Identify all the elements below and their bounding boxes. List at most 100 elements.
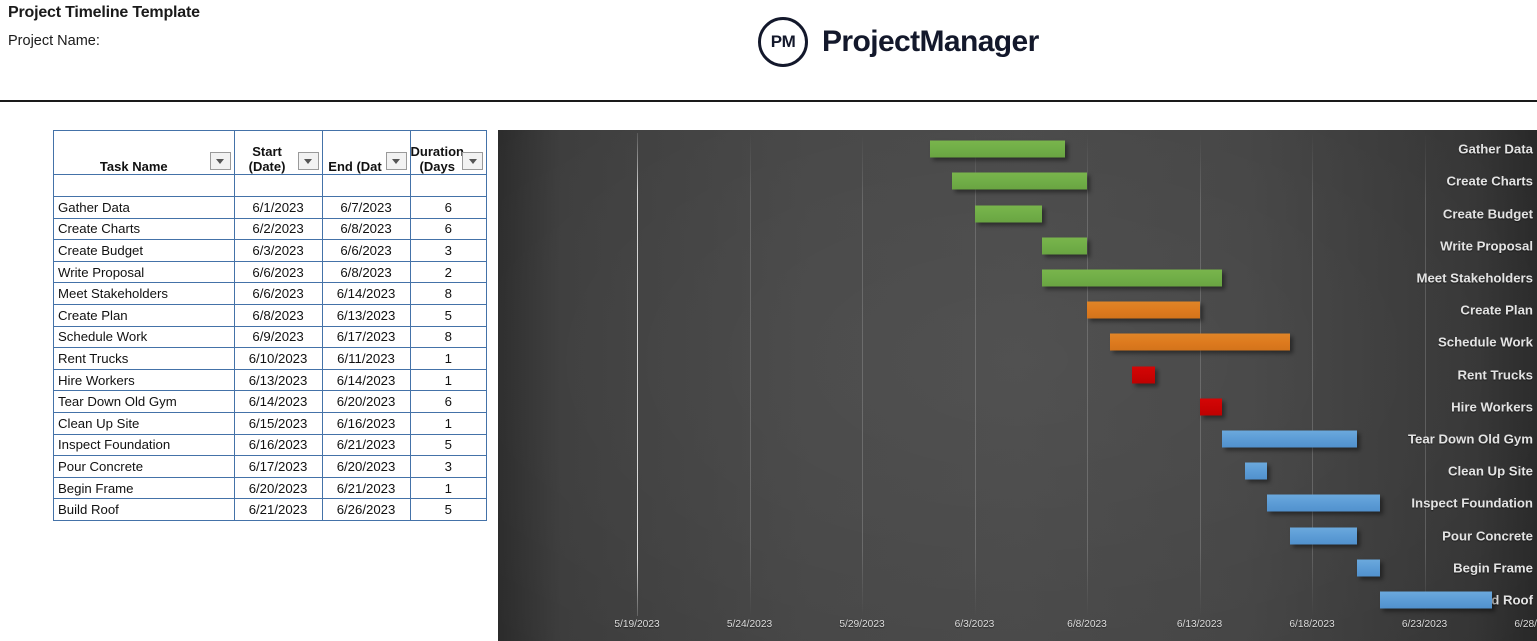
cell-duration: 6 bbox=[409, 390, 488, 413]
column-header-task-name-label: Task Name bbox=[99, 159, 168, 174]
gantt-bar[interactable] bbox=[1244, 462, 1267, 480]
cell-task-name: Create Charts bbox=[53, 217, 235, 241]
gantt-row-label: Create Charts bbox=[1446, 173, 1534, 189]
table-row[interactable]: Create Charts 6/2/2023 6/8/2023 6 bbox=[53, 217, 488, 241]
cell-end-date: 6/16/2023 bbox=[321, 411, 411, 435]
gantt-row-label: Rent Trucks bbox=[1457, 367, 1534, 382]
gantt-bar[interactable] bbox=[1289, 527, 1357, 544]
cell-task-name: Meet Stakeholders bbox=[53, 282, 235, 305]
table-body: Gather Data 6/1/2023 6/7/2023 6 Create Chart… bbox=[53, 196, 488, 521]
table-row[interactable]: Meet Stakeholders 6/6/2023 6/14/2023 8 bbox=[53, 282, 488, 305]
cell-start-date: 6/17/2023 bbox=[233, 455, 323, 478]
chevron-down-icon bbox=[216, 158, 225, 164]
gantt-bar[interactable] bbox=[1087, 301, 1200, 319]
gantt-bar[interactable] bbox=[952, 172, 1087, 190]
gantt-bar[interactable] bbox=[1042, 237, 1087, 255]
table-row[interactable]: Begin Frame 6/20/2023 6/21/2023 1 bbox=[53, 476, 488, 500]
cell-duration: 5 bbox=[409, 433, 488, 457]
gantt-bar[interactable] bbox=[1109, 333, 1290, 351]
gantt-bar[interactable] bbox=[1357, 559, 1380, 577]
gantt-bar[interactable] bbox=[1267, 494, 1380, 512]
cell-task-name: Build Roof bbox=[53, 498, 235, 521]
cell-start-date: 6/8/2023 bbox=[233, 303, 323, 327]
cell-end-date: 6/26/2023 bbox=[321, 498, 411, 521]
x-axis-tick-label: 5/19/2023 bbox=[614, 619, 660, 630]
table-row[interactable]: Tear Down Old Gym 6/14/2023 6/20/2023 6 bbox=[53, 390, 488, 413]
table-row[interactable]: Create Plan 6/8/2023 6/13/2023 5 bbox=[53, 303, 488, 327]
cell-end-date: 6/13/2023 bbox=[321, 303, 411, 327]
project-timeline-page: Project Timeline Template Project Name: … bbox=[0, 0, 1537, 641]
cell-start-date: 6/1/2023 bbox=[233, 196, 323, 219]
table-row[interactable]: Build Roof 6/21/2023 6/26/2023 5 bbox=[53, 498, 488, 521]
column-header-duration: Duration (Days bbox=[409, 130, 488, 175]
cell-end-date: 6/11/2023 bbox=[321, 347, 411, 370]
cell-task-name: Begin Frame bbox=[53, 476, 235, 500]
table-row[interactable]: Write Proposal 6/6/2023 6/8/2023 2 bbox=[53, 260, 488, 284]
gantt-bar[interactable] bbox=[1199, 398, 1222, 416]
cell-duration: 6 bbox=[409, 196, 488, 219]
cell-task-name: Inspect Foundation bbox=[53, 433, 235, 457]
x-axis-tick-label: 6/3/2023 bbox=[954, 619, 995, 630]
gantt-bar[interactable] bbox=[929, 140, 1065, 158]
table-row[interactable]: Create Budget 6/3/2023 6/6/2023 3 bbox=[53, 239, 488, 262]
cell-end-date: 6/14/2023 bbox=[321, 368, 411, 392]
cell-duration: 1 bbox=[409, 368, 488, 392]
cell-end-date: 6/6/2023 bbox=[321, 239, 411, 262]
gantt-row-label: Write Proposal bbox=[1440, 238, 1533, 254]
column-header-task-name: Task Name bbox=[53, 130, 235, 175]
task-table: Task Name Start (Date) End (Dat Duration… bbox=[53, 130, 488, 521]
cell-start-date: 6/13/2023 bbox=[233, 368, 323, 392]
gantt-row-label: Gather Data bbox=[1458, 141, 1533, 157]
blank-cell-duration bbox=[409, 174, 488, 197]
cell-task-name: Clean Up Site bbox=[53, 411, 235, 435]
blank-cell-start bbox=[233, 174, 323, 197]
filter-button-end-date[interactable] bbox=[385, 152, 407, 170]
cell-end-date: 6/21/2023 bbox=[321, 476, 411, 500]
gantt-bar[interactable] bbox=[1222, 430, 1357, 448]
gantt-row-label: Schedule Work bbox=[1437, 334, 1533, 350]
cell-end-date: 6/21/2023 bbox=[321, 433, 411, 457]
table-row[interactable]: Inspect Foundation 6/16/2023 6/21/2023 5 bbox=[53, 433, 488, 457]
cell-start-date: 6/16/2023 bbox=[233, 433, 323, 457]
table-row[interactable]: Gather Data 6/1/2023 6/7/2023 6 bbox=[53, 196, 488, 219]
gantt-bar[interactable] bbox=[974, 205, 1042, 222]
table-row[interactable]: Hire Workers 6/13/2023 6/14/2023 1 bbox=[53, 368, 488, 392]
cell-task-name: Write Proposal bbox=[53, 260, 235, 284]
cell-task-name: Pour Concrete bbox=[53, 455, 235, 478]
blank-cell-task bbox=[53, 174, 235, 197]
table-row[interactable]: Schedule Work 6/9/2023 6/17/2023 8 bbox=[53, 325, 488, 349]
filter-button-task-name[interactable] bbox=[209, 152, 231, 170]
table-row[interactable]: Rent Trucks 6/10/2023 6/11/2023 1 bbox=[53, 347, 488, 370]
chevron-down-icon bbox=[468, 158, 477, 164]
chevron-down-icon bbox=[304, 158, 313, 164]
cell-duration: 5 bbox=[409, 498, 488, 521]
cell-task-name: Rent Trucks bbox=[53, 347, 235, 370]
cell-duration: 3 bbox=[409, 455, 488, 478]
filter-button-duration[interactable] bbox=[462, 152, 483, 170]
gantt-bar[interactable] bbox=[1132, 366, 1155, 383]
gantt-chart: Gather Data Create Charts Create Budget Wri… bbox=[498, 130, 1537, 641]
column-header-end-date: End (Dat bbox=[321, 130, 411, 175]
cell-task-name: Create Budget bbox=[53, 239, 235, 262]
gantt-bar[interactable] bbox=[1379, 591, 1492, 609]
brand-name: ProjectManager bbox=[822, 25, 1039, 58]
table-row[interactable]: Clean Up Site 6/15/2023 6/16/2023 1 bbox=[53, 411, 488, 435]
blank-cell-end bbox=[321, 174, 411, 197]
x-axis-tick-label: 6/13/2023 bbox=[1176, 619, 1223, 630]
gantt-bar[interactable] bbox=[1042, 269, 1222, 287]
cell-duration: 1 bbox=[409, 347, 488, 370]
header-divider bbox=[0, 100, 1537, 102]
cell-task-name: Create Plan bbox=[53, 303, 235, 327]
filter-button-start-date[interactable] bbox=[297, 152, 319, 170]
cell-end-date: 6/8/2023 bbox=[321, 217, 411, 241]
cell-start-date: 6/6/2023 bbox=[233, 282, 323, 305]
cell-start-date: 6/20/2023 bbox=[233, 476, 323, 500]
x-axis-tick-label: 6/8/2023 bbox=[1067, 619, 1107, 630]
cell-duration: 5 bbox=[409, 303, 488, 327]
x-axis-tick-label: 6/28/2023 bbox=[1514, 619, 1537, 630]
cell-start-date: 6/9/2023 bbox=[233, 325, 323, 349]
gantt-row-label: Inspect Foundation bbox=[1411, 495, 1533, 511]
cell-end-date: 6/20/2023 bbox=[321, 455, 411, 478]
cell-end-date: 6/7/2023 bbox=[321, 196, 411, 219]
table-row[interactable]: Pour Concrete 6/17/2023 6/20/2023 3 bbox=[53, 455, 488, 478]
